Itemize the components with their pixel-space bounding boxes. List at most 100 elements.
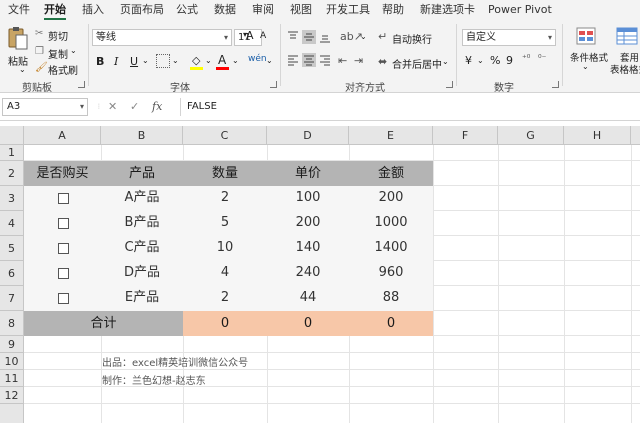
row-header-11[interactable]: 11 bbox=[0, 370, 24, 387]
currency-button[interactable]: ¥ bbox=[465, 54, 472, 67]
column-header-f[interactable]: F bbox=[433, 126, 498, 145]
merge-center-button[interactable]: 合并后居中 bbox=[392, 56, 442, 71]
align-center-icon[interactable] bbox=[302, 53, 316, 67]
cut-button[interactable]: 剪切 bbox=[48, 28, 68, 43]
row-header-3[interactable]: 3 bbox=[0, 186, 24, 211]
price-cell[interactable]: 200 bbox=[267, 211, 349, 235]
row-header-13[interactable] bbox=[0, 404, 24, 423]
tab-view[interactable]: 视图 bbox=[290, 3, 312, 20]
align-right-icon[interactable] bbox=[318, 53, 332, 67]
tab-home[interactable]: 开始 bbox=[44, 3, 66, 20]
header-price[interactable]: 单价 bbox=[267, 161, 349, 186]
tab-help[interactable]: 帮助 bbox=[382, 3, 404, 20]
qty-cell[interactable]: 10 bbox=[183, 236, 267, 260]
grow-font-icon[interactable]: A bbox=[246, 29, 254, 42]
conditional-format-dropdown-icon[interactable]: ⌄ bbox=[582, 62, 589, 71]
format-painter-button[interactable]: 格式刷 bbox=[48, 62, 78, 77]
column-header-g[interactable]: G bbox=[498, 126, 564, 145]
row-header-12[interactable]: 12 bbox=[0, 387, 24, 404]
column-header-b[interactable]: B bbox=[101, 126, 183, 145]
select-all-corner[interactable] bbox=[0, 126, 24, 145]
copy-dropdown-icon[interactable]: ⌄ bbox=[70, 46, 77, 55]
column-header-c[interactable]: C bbox=[183, 126, 267, 145]
header-amount[interactable]: 金额 bbox=[349, 161, 433, 186]
purchase-checkbox-e[interactable] bbox=[58, 293, 69, 304]
header-quantity[interactable]: 数量 bbox=[183, 161, 267, 186]
product-cell[interactable]: A产品 bbox=[101, 186, 183, 210]
column-header-e[interactable]: E bbox=[349, 126, 433, 145]
amount-cell[interactable]: 960 bbox=[349, 261, 433, 285]
shrink-font-icon[interactable]: A bbox=[260, 31, 266, 41]
product-cell[interactable]: C产品 bbox=[101, 236, 183, 260]
product-cell[interactable]: B产品 bbox=[101, 211, 183, 235]
enter-icon[interactable]: ✓ bbox=[130, 100, 139, 113]
row-header-7[interactable]: 7 bbox=[0, 286, 24, 311]
tab-data[interactable]: 数据 bbox=[214, 3, 236, 20]
currency-dropdown-icon[interactable]: ⌄ bbox=[477, 56, 484, 65]
copy-button[interactable]: 复制 bbox=[48, 46, 68, 61]
align-middle-icon[interactable] bbox=[302, 30, 316, 44]
qty-cell[interactable]: 2 bbox=[183, 186, 267, 210]
tab-review[interactable]: 审阅 bbox=[252, 3, 274, 20]
tab-power-pivot[interactable]: Power Pivot bbox=[488, 3, 552, 20]
font-color-icon[interactable]: A bbox=[218, 53, 226, 67]
decrease-decimal-icon[interactable]: ⁰⁻ bbox=[538, 54, 546, 64]
product-cell[interactable]: D产品 bbox=[101, 261, 183, 285]
comma-style-button[interactable]: 9 bbox=[506, 54, 513, 67]
number-launcher-icon[interactable] bbox=[552, 81, 559, 88]
underline-button[interactable]: U bbox=[130, 55, 138, 68]
fill-color-dropdown-icon[interactable]: ⌄ bbox=[205, 56, 212, 65]
font-color-dropdown-icon[interactable]: ⌄ bbox=[232, 56, 239, 65]
paste-icon[interactable] bbox=[6, 26, 30, 52]
total-price[interactable]: 0 bbox=[267, 311, 349, 336]
merge-dropdown-icon[interactable]: ⌄ bbox=[442, 57, 449, 66]
row-header-4[interactable]: 4 bbox=[0, 211, 24, 236]
underline-dropdown-icon[interactable]: ⌄ bbox=[142, 56, 149, 65]
name-box-dropdown-icon[interactable]: ▾ bbox=[80, 102, 84, 111]
clipboard-launcher-icon[interactable] bbox=[78, 81, 85, 88]
align-top-icon[interactable] bbox=[286, 30, 300, 44]
name-box[interactable]: A3 bbox=[2, 98, 88, 116]
column-header-d[interactable]: D bbox=[267, 126, 349, 145]
purchase-checkbox-b[interactable] bbox=[58, 218, 69, 229]
amount-cell[interactable]: 1400 bbox=[349, 236, 433, 260]
source-note[interactable]: 出品：excel精英培训微信公众号 bbox=[102, 357, 248, 371]
percent-button[interactable]: % bbox=[490, 54, 500, 67]
row-header-5[interactable]: 5 bbox=[0, 236, 24, 261]
alignment-launcher-icon[interactable] bbox=[446, 81, 453, 88]
increase-decimal-icon[interactable]: ⁺⁰ bbox=[522, 54, 530, 64]
row-header-6[interactable]: 6 bbox=[0, 261, 24, 286]
amount-cell[interactable]: 88 bbox=[349, 286, 433, 310]
font-launcher-icon[interactable] bbox=[270, 81, 277, 88]
qty-cell[interactable]: 2 bbox=[183, 286, 267, 310]
qty-cell[interactable]: 5 bbox=[183, 211, 267, 235]
phonetic-dropdown-icon[interactable]: ⌄ bbox=[266, 56, 273, 65]
row-header-9[interactable]: 9 bbox=[0, 336, 24, 353]
border-dropdown-icon[interactable]: ⌄ bbox=[172, 56, 179, 65]
border-icon[interactable] bbox=[156, 54, 170, 68]
column-header-a[interactable]: A bbox=[24, 126, 101, 145]
row-header-8[interactable]: 8 bbox=[0, 311, 24, 336]
tab-developer[interactable]: 开发工具 bbox=[326, 3, 370, 20]
price-cell[interactable]: 44 bbox=[267, 286, 349, 310]
orientation-dropdown-icon[interactable]: ⌄ bbox=[360, 32, 367, 41]
price-cell[interactable]: 240 bbox=[267, 261, 349, 285]
header-product[interactable]: 产品 bbox=[101, 161, 183, 186]
total-amount[interactable]: 0 bbox=[349, 311, 433, 336]
purchase-checkbox-a[interactable] bbox=[58, 193, 69, 204]
row-header-1[interactable]: 1 bbox=[0, 145, 24, 161]
purchase-checkbox-d[interactable] bbox=[58, 268, 69, 279]
conditional-format-button[interactable]: 条件格式 bbox=[570, 50, 608, 64]
align-left-icon[interactable] bbox=[286, 53, 300, 67]
font-name-select[interactable]: 等线 ▾ bbox=[92, 29, 232, 46]
paste-dropdown-icon[interactable]: ⌄ bbox=[19, 65, 26, 74]
wrap-text-button[interactable]: 自动换行 bbox=[392, 31, 432, 46]
tab-file[interactable]: 文件 bbox=[8, 3, 30, 20]
price-cell[interactable]: 140 bbox=[267, 236, 349, 260]
author-note[interactable]: 制作：兰色幻想-赵志东 bbox=[102, 375, 206, 389]
amount-cell[interactable]: 200 bbox=[349, 186, 433, 210]
column-header-i[interactable] bbox=[631, 126, 640, 145]
column-header-h[interactable]: H bbox=[564, 126, 631, 145]
number-format-select[interactable]: 自定义 ▾ bbox=[462, 29, 556, 46]
tab-insert[interactable]: 插入 bbox=[82, 3, 104, 20]
